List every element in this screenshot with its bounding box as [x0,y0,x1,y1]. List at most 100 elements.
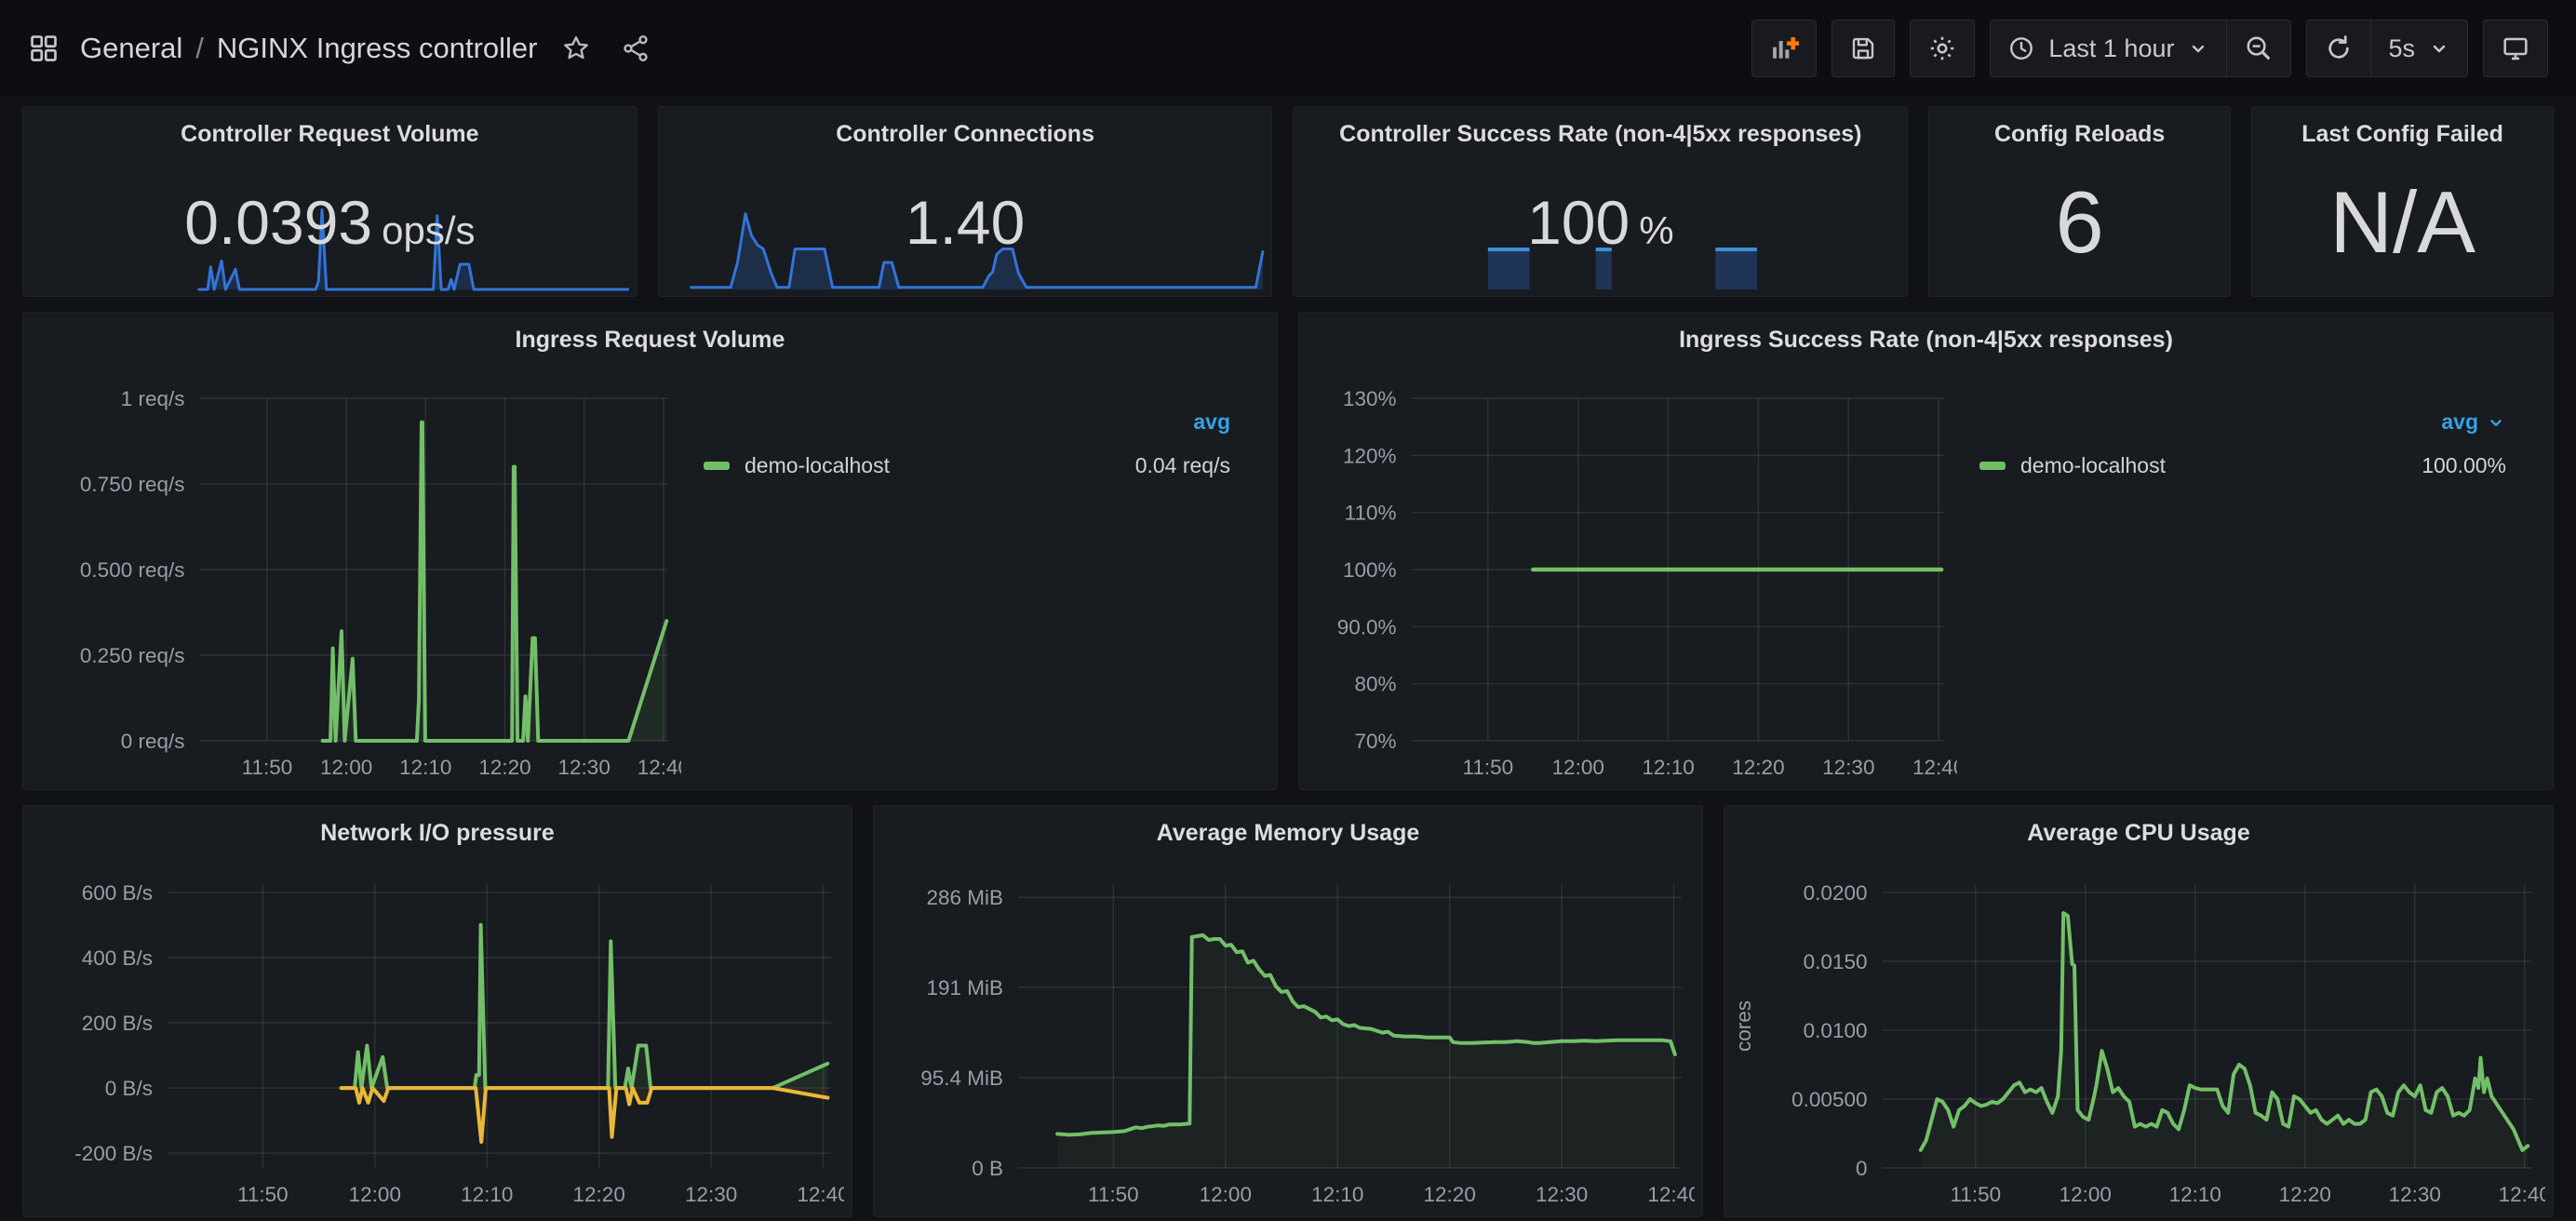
svg-text:12:10: 12:10 [399,756,451,779]
panel-controller-request-volume: Controller Request Volume 0.0393ops/s [22,106,637,297]
svg-text:90.0%: 90.0% [1337,615,1397,638]
svg-text:110%: 110% [1345,502,1397,525]
svg-text:12:30: 12:30 [1536,1183,1588,1206]
panel-title[interactable]: Average CPU Usage [1724,806,2553,860]
svg-text:0 req/s: 0 req/s [121,730,185,753]
svg-text:12:40: 12:40 [1647,1183,1695,1206]
svg-text:12:10: 12:10 [1311,1183,1363,1206]
panel-title[interactable]: Network I/O pressure [23,806,852,860]
zoom-out-button[interactable] [2226,20,2290,76]
svg-text:12:10: 12:10 [461,1183,513,1206]
dashboard-settings-button[interactable] [1911,20,1974,76]
top-nav-bar: General / NGINX Ingress controller [0,0,2576,97]
stat-value: 6 [2056,172,2104,273]
svg-text:0.0200: 0.0200 [1804,881,1868,905]
refresh-interval-picker[interactable]: 5s [2370,20,2467,76]
legend-avg-header[interactable]: avg [704,409,1230,435]
time-picker-group: Last 1 hour [1990,20,2291,77]
stat-value: 1.40 [906,187,1025,258]
svg-text:0.00500: 0.00500 [1791,1088,1867,1111]
svg-text:cores: cores [1732,1000,1755,1052]
svg-text:12:30: 12:30 [2389,1183,2441,1206]
timeseries-chart[interactable]: 11:5012:0012:1012:2012:3012:400 B95.4 Mi… [881,860,1695,1211]
panel-title[interactable]: Controller Request Volume [23,107,637,161]
panel-average-memory-usage: Average Memory Usage 11:5012:0012:1012:2… [873,805,1703,1217]
svg-text:11:50: 11:50 [242,756,293,779]
panel-title[interactable]: Average Memory Usage [874,806,1702,860]
kiosk-mode-button[interactable] [2484,20,2547,76]
svg-text:12:40: 12:40 [637,756,681,779]
svg-text:191 MiB: 191 MiB [926,976,1003,1000]
legend-avg-header[interactable]: avg [1979,409,2506,435]
series-avg-value: 100.00% [2422,453,2506,478]
svg-text:12:00: 12:00 [349,1183,401,1206]
stat-value: 100% [1527,187,1673,258]
breadcrumb: General / NGINX Ingress controller [80,32,537,65]
series-swatch [1979,462,2006,470]
share-icon[interactable] [621,34,651,63]
svg-text:0.250 req/s: 0.250 req/s [80,644,185,667]
svg-text:-200 B/s: -200 B/s [74,1142,153,1165]
refresh-icon [2324,34,2354,63]
save-dashboard-button[interactable] [1832,20,1894,76]
refresh-interval-label: 5s [2388,34,2415,63]
svg-text:0.0150: 0.0150 [1804,950,1868,973]
refresh-group: 5s [2306,20,2468,77]
svg-text:12:30: 12:30 [558,756,610,779]
zoom-out-icon [2244,34,2274,63]
legend: avg demo-localhost 0.04 req/s [681,367,1269,784]
refresh-button[interactable] [2307,20,2370,76]
panel-title[interactable]: Config Reloads [1929,107,2230,161]
page-title[interactable]: NGINX Ingress controller [217,32,538,65]
svg-text:100%: 100% [1343,558,1397,582]
timeseries-chart[interactable]: 11:5012:0012:1012:2012:3012:4000.005000.… [1732,860,2545,1211]
clock-icon [2007,34,2035,62]
series-name: demo-localhost [2020,453,2422,478]
svg-text:400 B/s: 400 B/s [82,946,153,970]
svg-text:0.750 req/s: 0.750 req/s [80,473,185,496]
panel-title[interactable]: Controller Connections [659,107,1272,161]
svg-text:0.500 req/s: 0.500 req/s [80,558,185,582]
svg-text:12:20: 12:20 [1424,1183,1476,1206]
timeseries-chart[interactable]: 11:5012:0012:1012:2012:3012:40-200 B/s0 … [31,860,844,1211]
panel-title[interactable]: Ingress Success Rate (non-4|5xx response… [1299,313,2553,367]
svg-text:0 B: 0 B [972,1157,1003,1180]
svg-text:12:40: 12:40 [1912,756,1957,779]
svg-text:11:50: 11:50 [1088,1183,1139,1206]
svg-text:12:20: 12:20 [478,756,530,779]
panel-controller-success-rate: Controller Success Rate (non-4|5xx respo… [1293,106,1908,297]
time-range-picker[interactable]: Last 1 hour [1991,20,2226,76]
star-icon[interactable] [561,34,591,63]
time-range-label: Last 1 hour [2048,34,2174,63]
svg-text:12:10: 12:10 [2169,1183,2221,1206]
svg-text:12:20: 12:20 [1732,756,1784,779]
dashboard-grid: Controller Request Volume 0.0393ops/s Co… [0,97,2576,1217]
apps-grid-icon[interactable] [28,33,60,64]
legend-row[interactable]: demo-localhost 100.00% [1979,453,2506,478]
svg-text:0 B/s: 0 B/s [105,1077,153,1100]
svg-text:11:50: 11:50 [237,1183,288,1206]
svg-text:1 req/s: 1 req/s [121,387,185,410]
panel-title[interactable]: Last Config Failed [2252,107,2553,161]
svg-text:12:40: 12:40 [797,1183,844,1206]
panel-ingress-request-volume: Ingress Request Volume 11:5012:0012:1012… [22,312,1278,790]
svg-text:12:30: 12:30 [1822,756,1874,779]
add-panel-button[interactable] [1752,20,1816,76]
svg-text:12:20: 12:20 [573,1183,625,1206]
svg-text:11:50: 11:50 [1463,756,1514,779]
timeseries-chart[interactable]: 11:5012:0012:1012:2012:3012:4070%80%90.0… [1307,367,1957,784]
svg-text:70%: 70% [1354,730,1396,753]
svg-text:12:20: 12:20 [2279,1183,2331,1206]
panel-controller-connections: Controller Connections 1.40 [658,106,1273,297]
timeseries-chart[interactable]: 11:5012:0012:1012:2012:3012:400 req/s0.2… [31,367,681,784]
panel-config-reloads: Config Reloads 6 [1928,106,2231,297]
panel-average-cpu-usage: Average CPU Usage 11:5012:0012:1012:2012… [1724,805,2554,1217]
series-avg-value: 0.04 req/s [1135,453,1230,478]
panel-title[interactable]: Controller Success Rate (non-4|5xx respo… [1294,107,1907,161]
svg-text:120%: 120% [1343,444,1397,467]
svg-text:12:40: 12:40 [2499,1183,2545,1206]
breadcrumb-section[interactable]: General [80,32,182,65]
chevron-down-icon [2187,37,2209,60]
legend-row[interactable]: demo-localhost 0.04 req/s [704,453,1230,478]
panel-title[interactable]: Ingress Request Volume [23,313,1277,367]
